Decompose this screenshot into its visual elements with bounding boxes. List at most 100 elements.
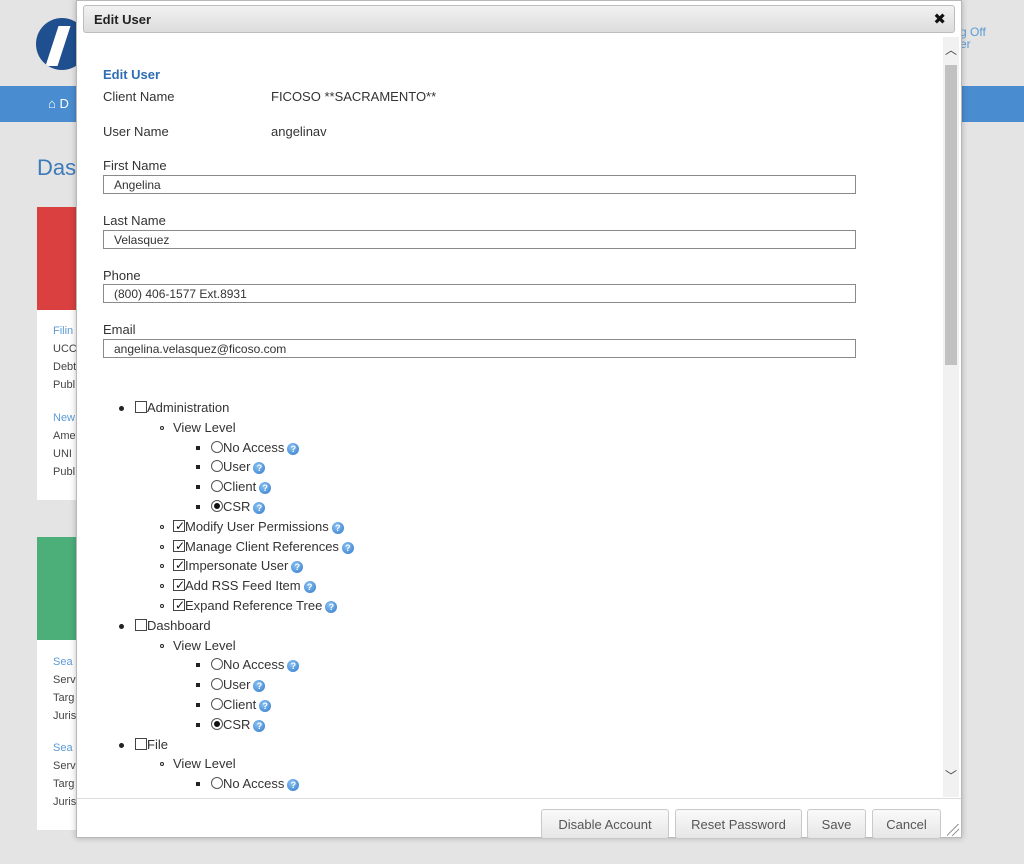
help-icon[interactable]: ? [341,541,354,554]
permission-checkbox[interactable] [173,596,185,614]
cancel-button[interactable]: Cancel [872,809,941,839]
card-text: UNI [53,448,72,460]
help-icon[interactable]: ? [303,581,316,594]
permission-item[interactable]: Modify User Permissions? [173,517,344,536]
permission-checkbox[interactable] [135,737,147,750]
permission-row: CSR? [77,716,917,734]
permission-row: Impersonate User? [77,556,917,575]
help-icon[interactable]: ? [253,502,266,514]
permission-checkbox[interactable] [173,576,185,594]
scroll-down-icon[interactable]: ﹀ [943,767,959,783]
list-bullet [115,399,129,417]
view-level-radio[interactable] [211,500,223,512]
help-icon[interactable]: ? [331,521,344,534]
user-link[interactable]: er [960,38,986,50]
permission-checkbox[interactable] [135,618,147,631]
permission-checkbox[interactable] [173,537,185,555]
phone-label: Phone [103,268,141,283]
dialog-header[interactable]: Edit User ✖ [83,5,955,33]
permission-item[interactable]: No Access? [211,656,300,674]
phone-field[interactable] [103,284,856,303]
permission-item[interactable]: User? [211,676,266,694]
card-link[interactable]: Sea [53,742,77,754]
permission-label: File [147,736,168,752]
help-icon[interactable]: ? [259,482,272,495]
view-level-radio[interactable] [211,777,223,790]
permission-label: CSR [223,716,251,732]
save-button[interactable]: Save [807,809,866,839]
reset-password-button[interactable]: Reset Password [675,809,802,839]
list-bullet [191,478,205,496]
view-level-radio[interactable] [211,717,223,730]
dialog-body: Edit User Client Name FICOSO **SACRAMENT… [77,37,943,797]
permission-item[interactable]: File [135,736,168,754]
help-icon[interactable]: ? [287,660,300,673]
permission-row: Client? [77,696,917,714]
list-bullet [191,676,205,694]
list-bullet [191,458,205,476]
scroll-thumb[interactable] [945,65,957,365]
permission-item[interactable]: Expand Reference Tree? [173,596,338,615]
permission-item[interactable]: User? [211,458,266,476]
first-name-field[interactable] [103,175,856,194]
permission-item[interactable]: Impersonate User? [173,556,304,575]
help-icon[interactable]: ? [253,462,266,475]
view-level-radio[interactable] [211,460,223,473]
permission-item[interactable]: CSR? [211,716,266,734]
help-icon[interactable]: ? [259,700,272,712]
scroll-up-icon[interactable]: ︿ [943,41,959,57]
permission-row: User? [77,676,917,694]
view-level-radio[interactable] [211,658,223,671]
help-icon[interactable]: ? [253,719,266,732]
help-icon[interactable]: ? [325,601,338,613]
permission-item: View Level [173,637,236,655]
permission-item[interactable]: No Access? [211,775,300,793]
list-bullet [155,755,169,773]
permission-item[interactable]: CSR? [211,498,266,516]
permission-row: Client? [77,478,917,496]
card-text: Publ [53,379,76,391]
permission-item[interactable]: Manage Client References? [173,537,354,556]
list-bullet [191,439,205,457]
dashboard-card-header [37,537,77,640]
client-name-value: FICOSO **SACRAMENTO** [271,89,437,104]
top-links[interactable]: g Off er [960,26,986,50]
close-icon[interactable]: ✖ [933,10,946,28]
permission-item[interactable]: Client? [211,696,272,714]
view-level-radio[interactable] [211,698,223,710]
card-link[interactable]: Sea [53,656,77,668]
help-icon[interactable]: ? [287,442,300,455]
permission-item[interactable]: Add RSS Feed Item? [173,576,316,595]
permission-item[interactable]: Client? [211,478,272,496]
card-link[interactable]: Filin [53,325,77,337]
permission-item: View Level [173,755,236,773]
list-bullet [191,656,205,674]
view-level-radio[interactable] [211,678,223,691]
permission-item[interactable]: Administration [135,399,229,417]
list-bullet [155,577,169,595]
help-icon[interactable]: ? [253,680,266,693]
permission-label: View Level [173,419,236,435]
help-icon[interactable]: ? [287,779,300,792]
permission-row: Dashboard [77,617,917,635]
permission-item[interactable]: Dashboard [135,617,211,635]
resize-grip-icon[interactable] [947,824,959,836]
last-name-field[interactable] [103,230,856,249]
email-field[interactable] [103,339,856,358]
permission-checkbox[interactable] [173,556,185,574]
permission-checkbox[interactable] [173,517,185,535]
view-level-radio[interactable] [211,440,223,453]
permission-item[interactable]: No Access? [211,439,300,457]
dialog-scrollbar[interactable]: ︿ ﹀ [943,37,959,797]
permission-checkbox[interactable] [135,401,147,413]
help-icon[interactable]: ? [291,561,304,574]
card-link[interactable]: New [53,412,77,424]
disable-account-button[interactable]: Disable Account [541,809,669,839]
card-text: Serv [53,760,76,772]
view-level-radio[interactable] [211,480,223,493]
permission-row: View Level [77,419,917,437]
nav-home[interactable]: ⌂ D [48,96,69,111]
permission-row: No Access? [77,439,917,457]
list-bullet [191,716,205,734]
permission-label: No Access [223,439,285,455]
